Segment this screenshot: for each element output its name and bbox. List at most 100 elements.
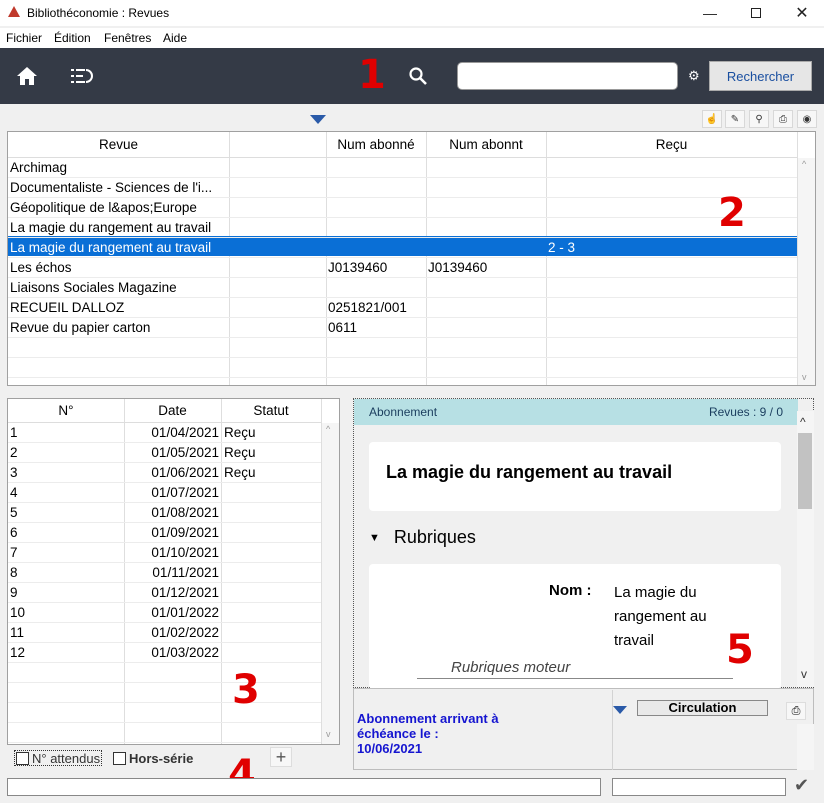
table-cell[interactable]: 0251821/001 [328,300,424,315]
issue-cell[interactable]: 01/07/2021 [124,485,219,500]
issue-cell[interactable]: 01/11/2021 [124,565,219,580]
issue-cell[interactable]: 2 [10,445,120,460]
col-num-abonnt[interactable]: Num abonnt [426,132,546,158]
table-cell[interactable]: Archimag [10,160,226,175]
minimize-button[interactable]: — [687,0,733,26]
field-value: La magie du rangement au travail [614,581,707,653]
row-divider [8,702,321,703]
issue-cell[interactable]: 3 [10,465,120,480]
bottom-detail: Abonnement arrivant à échéance le : 10/0… [353,688,814,770]
add-issue-button[interactable]: + [270,747,292,767]
issue-cell[interactable]: 10 [10,605,120,620]
eraser-icon[interactable]: ✎ [725,110,745,128]
menu-fenetres[interactable]: Fenêtres [104,31,151,45]
eye-icon[interactable]: ◉ [797,110,817,128]
table-cell[interactable]: J0139460 [328,260,424,275]
issue-cell[interactable]: 01/09/2021 [124,525,219,540]
circulation-arrow-icon[interactable] [613,706,627,714]
search-input[interactable] [457,62,678,90]
annotation-3: 3 [232,667,260,713]
issue-cell[interactable]: 01/08/2021 [124,505,219,520]
zoom-icon[interactable]: ⚲ [749,110,769,128]
col-numero[interactable]: N° [8,399,124,423]
col-num-abonne[interactable]: Num abonné [326,132,426,158]
issue-cell[interactable]: 12 [10,645,120,660]
maximize-button[interactable] [733,0,779,26]
circulation-button[interactable]: Circulation [637,700,768,716]
issue-cell[interactable]: 9 [10,585,120,600]
collapse-arrow-icon[interactable] [310,115,326,124]
row-divider [8,197,797,198]
row-divider [8,522,321,523]
col-blank[interactable] [229,132,326,158]
table-cell[interactable]: 2 - 3 [548,240,793,255]
triangle-down-icon: ▼ [369,531,380,544]
scrollbar[interactable]: ^ v [798,158,815,385]
issue-cell[interactable]: Reçu [224,425,319,440]
issue-cell[interactable]: 01/01/2022 [124,605,219,620]
issue-cell[interactable]: 01/03/2022 [124,645,219,660]
issue-cell[interactable]: 7 [10,545,120,560]
table-cell[interactable]: 0611 [328,320,424,335]
issue-cell[interactable]: 11 [10,625,120,640]
col-date[interactable]: Date [124,399,221,423]
menu-edition[interactable]: Édition [54,31,91,45]
issues-scrollbar[interactable]: ^ v [322,423,339,744]
issue-cell[interactable]: 01/12/2021 [124,585,219,600]
expected-checkbox-box[interactable] [16,751,29,765]
table-cell[interactable]: J0139460 [428,260,544,275]
issue-cell[interactable]: 01/04/2021 [124,425,219,440]
table-cell[interactable]: RECUEIL DALLOZ [10,300,226,315]
home-icon[interactable] [16,66,38,86]
row-divider [8,337,797,338]
table-cell[interactable]: Géopolitique de l&apos;Europe [10,200,226,215]
table-cell[interactable]: Les échos [10,260,226,275]
special-checkbox-box[interactable] [113,751,126,765]
col-statut[interactable]: Statut [221,399,321,423]
check-icon[interactable]: ✔ [794,775,809,796]
issue-cell[interactable]: 01/05/2021 [124,445,219,460]
circulation-scrollbar[interactable] [797,724,814,770]
issue-cell[interactable]: 5 [10,505,120,520]
issue-cell[interactable]: Reçu [224,465,319,480]
search-icon[interactable] [409,67,427,85]
row-divider [8,722,321,723]
menu-bar: Fichier Édition Fenêtres Aide [0,28,824,48]
issue-cell[interactable]: Reçu [224,445,319,460]
menu-aide[interactable]: Aide [163,31,187,45]
special-label: Hors-série [129,750,194,766]
close-button[interactable]: ✕ [779,0,824,26]
table-cell[interactable]: La magie du rangement au travail [10,240,226,255]
status-field-left [7,778,601,796]
issue-cell[interactable]: 01/02/2022 [124,625,219,640]
row-divider [8,622,321,623]
expected-checkbox[interactable]: N° attendus [14,750,103,766]
table-cell[interactable]: La magie du rangement au travail [10,220,226,235]
minimize-icon: — [703,5,717,21]
field-value-line: travail [614,632,655,649]
special-checkbox[interactable]: Hors-série [113,750,193,766]
issue-cell[interactable]: 6 [10,525,120,540]
table-cell[interactable]: Liaisons Sociales Magazine [10,280,226,295]
issue-cell[interactable]: 01/10/2021 [124,545,219,560]
detail-scroll-thumb[interactable] [798,433,812,509]
col-recu[interactable]: Reçu [546,132,797,158]
row-divider [8,642,321,643]
print-icon[interactable]: ⎙ [786,702,806,720]
expected-label: N° attendus [32,750,101,766]
gear-icon[interactable]: ⚙ [688,68,700,84]
print-small-icon[interactable]: ⎙ [773,110,793,128]
list-back-icon[interactable] [71,68,93,84]
issue-cell[interactable]: 1 [10,425,120,440]
issue-cell[interactable]: 4 [10,485,120,500]
search-button[interactable]: Rechercher [709,61,812,91]
table-cell[interactable]: Documentaliste - Sciences de l'i... [10,180,226,195]
pointer-icon[interactable]: ☝ [702,110,722,128]
detail-scrollbar[interactable]: ^ v [797,411,814,687]
rubriques-toggle[interactable]: ▼ Rubriques [369,527,476,548]
table-cell[interactable]: Revue du papier carton [10,320,226,335]
issue-cell[interactable]: 8 [10,565,120,580]
col-revue[interactable]: Revue [8,132,229,158]
issue-cell[interactable]: 01/06/2021 [124,465,219,480]
menu-fichier[interactable]: Fichier [6,31,42,45]
